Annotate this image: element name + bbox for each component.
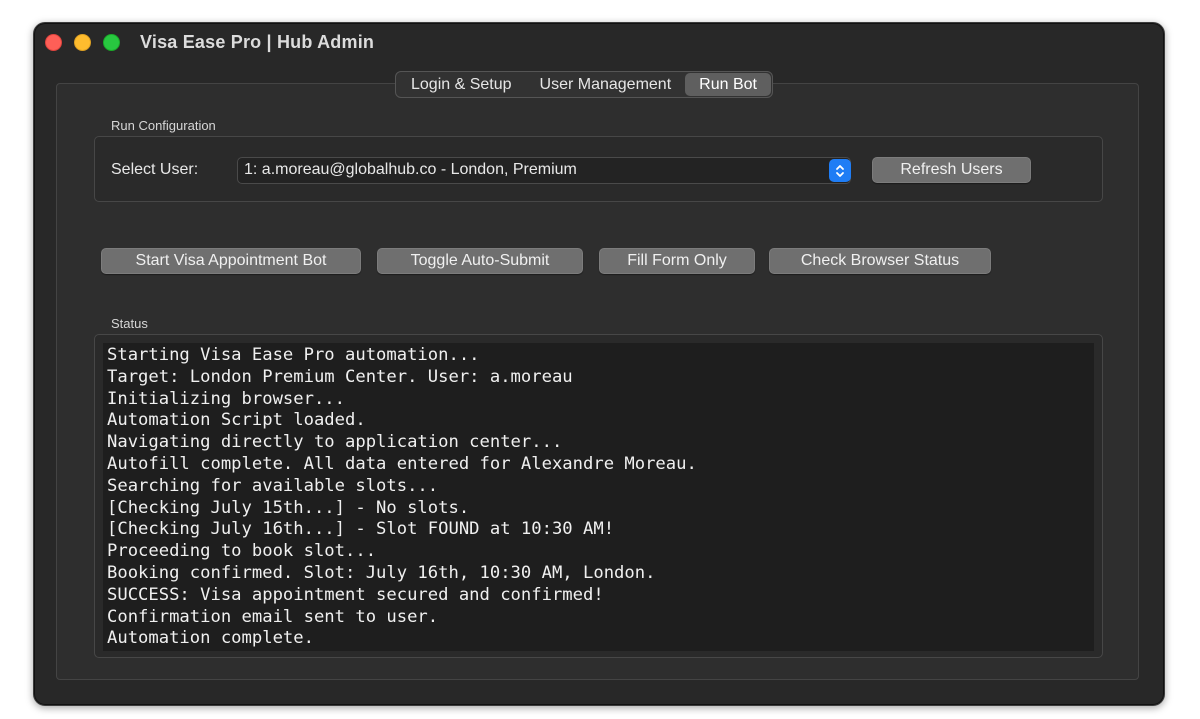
- status-log-line: [Checking July 16th...] - Slot FOUND at …: [107, 519, 615, 540]
- close-window-icon[interactable]: [45, 34, 62, 51]
- chevron-updown-icon[interactable]: [829, 159, 851, 182]
- status-log-line: Starting Visa Ease Pro automation...: [107, 345, 480, 365]
- status-label: Status: [111, 316, 148, 331]
- app-window: Visa Ease Pro | Hub Admin Run Configurat…: [33, 22, 1165, 706]
- fill-form-only-button[interactable]: Fill Form Only: [599, 248, 755, 274]
- status-log-line: Proceeding to book slot...: [107, 541, 377, 562]
- tab-login-setup[interactable]: Login & Setup: [397, 73, 526, 96]
- tab-bar: Login & Setup User Management Run Bot: [395, 71, 773, 98]
- check-browser-status-button[interactable]: Check Browser Status: [769, 248, 991, 274]
- user-select-value: 1: a.moreau@globalhub.co - London, Premi…: [244, 161, 577, 178]
- status-log-line: SUCCESS: Visa appointment secured and co…: [107, 584, 604, 605]
- status-log-line: Navigating directly to application cente…: [107, 432, 563, 453]
- status-log[interactable]: Starting Visa Ease Pro automation... Targ…: [103, 343, 1094, 651]
- status-group: Starting Visa Ease Pro automation... Targ…: [94, 334, 1103, 658]
- status-log-line: [Checking July 15th...] - No slots.: [107, 497, 470, 518]
- window-title: Visa Ease Pro | Hub Admin: [140, 32, 375, 52]
- status-log-line: Automation Script loaded.: [107, 410, 366, 431]
- status-log-line: Target: London Premium Center. User: a.m…: [107, 366, 573, 387]
- status-log-line: Confirmation email sent to user.: [107, 606, 439, 627]
- status-log-line: Automation complete.: [107, 628, 314, 649]
- run-configuration-group: Select User: 1: a.moreau@globalhub.co - …: [94, 136, 1103, 202]
- status-log-line: Searching for available slots...: [107, 475, 439, 496]
- tab-user-management[interactable]: User Management: [526, 73, 686, 96]
- status-log-line: Booking confirmed. Slot: July 16th, 10:3…: [107, 562, 656, 583]
- user-select[interactable]: 1: a.moreau@globalhub.co - London, Premi…: [237, 157, 851, 184]
- status-log-line: Initializing browser...: [107, 388, 345, 409]
- minimize-window-icon[interactable]: [74, 34, 91, 51]
- zoom-window-icon[interactable]: [103, 34, 120, 51]
- status-log-line: Autofill complete. All data entered for …: [107, 453, 697, 474]
- title-bar: Visa Ease Pro | Hub Admin: [34, 23, 1164, 63]
- run-configuration-label: Run Configuration: [111, 118, 216, 133]
- tab-run-bot[interactable]: Run Bot: [685, 73, 771, 96]
- start-bot-button[interactable]: Start Visa Appointment Bot: [101, 248, 361, 274]
- tab-content-panel: Run Configuration Select User: 1: a.more…: [56, 83, 1139, 680]
- select-user-label: Select User:: [111, 161, 199, 178]
- refresh-users-button[interactable]: Refresh Users: [872, 157, 1031, 183]
- toggle-auto-submit-button[interactable]: Toggle Auto-Submit: [377, 248, 583, 274]
